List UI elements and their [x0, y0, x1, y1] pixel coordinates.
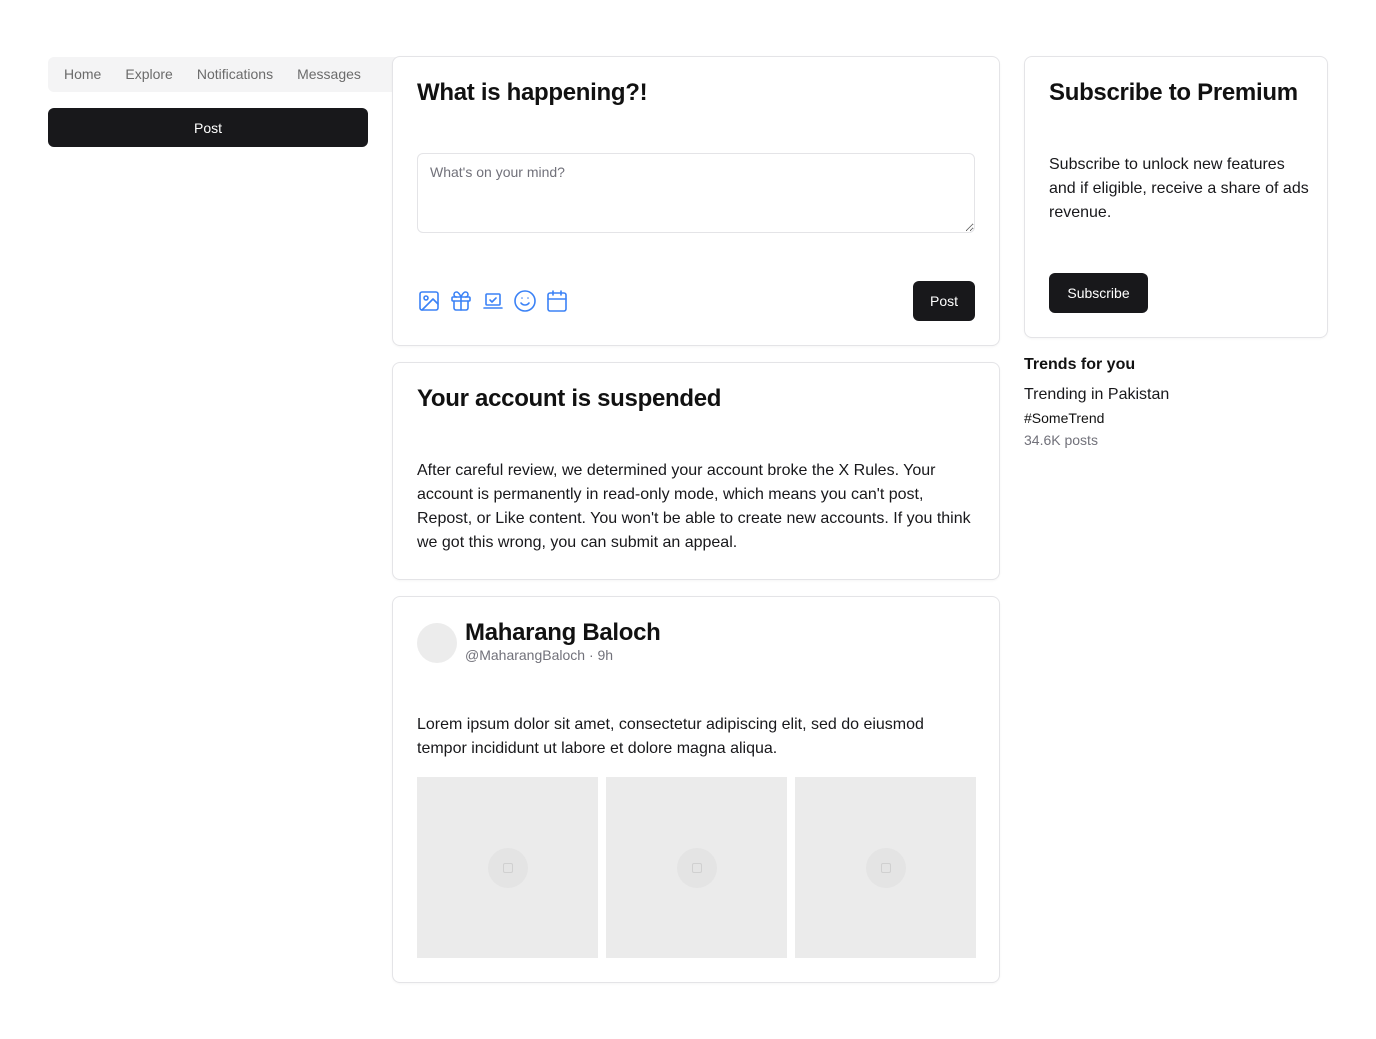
trends-title: Trends for you	[1024, 356, 1136, 373]
page: Home Explore Notifications Messages Post…	[0, 0, 1376, 1039]
premium-text: Subscribe to unlock new features and if …	[1049, 156, 1309, 221]
tweet-author-meta: @MaharangBaloch · 9h	[465, 647, 614, 663]
image-placeholder-icon	[676, 847, 717, 888]
sidebar-post-button[interactable]: Post	[48, 108, 368, 147]
gift-icon[interactable]	[449, 289, 473, 313]
premium-card: Subscribe to Premium Subscribe to unlock…	[1024, 56, 1328, 338]
nav-item-explore[interactable]: Explore	[113, 57, 184, 92]
nav-item-notifications[interactable]: Notifications	[185, 57, 285, 92]
tweet-media-grid	[417, 777, 976, 958]
trend-location: Trending in Pakistan	[1024, 386, 1170, 403]
nav-item-messages[interactable]: Messages	[285, 57, 373, 92]
calendar-icon[interactable]	[545, 289, 569, 313]
tweet-author-name[interactable]: Maharang Baloch	[465, 619, 661, 647]
compose-toolbar	[417, 289, 569, 313]
smile-icon[interactable]	[513, 289, 537, 313]
tweet-media-image[interactable]	[795, 777, 976, 958]
laptop-check-icon[interactable]	[481, 289, 505, 313]
tweet-card: Maharang Baloch @MaharangBaloch · 9h Lor…	[392, 596, 1000, 983]
image-icon[interactable]	[417, 289, 441, 313]
suspension-message: After careful review, we determined your…	[417, 462, 971, 551]
avatar[interactable]	[417, 623, 457, 663]
trend-count: 34.6K posts	[1024, 432, 1098, 448]
left-sidebar: Home Explore Notifications Messages Post	[48, 57, 408, 147]
subscribe-button[interactable]: Subscribe	[1049, 273, 1148, 313]
compose-title: What is happening?!	[417, 79, 648, 106]
tweet-media-image[interactable]	[417, 777, 598, 958]
nav-item-home[interactable]: Home	[52, 57, 113, 92]
compose-post-button[interactable]: Post	[913, 281, 975, 321]
main-nav: Home Explore Notifications Messages	[48, 57, 408, 92]
compose-card: What is happening?! What's on your mind?…	[392, 56, 1000, 346]
premium-title: Subscribe to Premium	[1049, 79, 1298, 106]
image-placeholder-icon	[487, 847, 528, 888]
tweet-text: Lorem ipsum dolor sit amet, consectetur …	[417, 716, 924, 757]
suspension-card: Your account is suspended After careful …	[392, 362, 1000, 580]
image-placeholder-icon	[865, 847, 906, 888]
tweet-media-image[interactable]	[606, 777, 787, 958]
trend-tag[interactable]: #SomeTrend	[1024, 410, 1328, 426]
compose-input[interactable]	[417, 153, 975, 233]
suspension-title: Your account is suspended	[417, 385, 722, 412]
trends-panel: Trends for you Trending in Pakistan #Som…	[1024, 356, 1328, 448]
